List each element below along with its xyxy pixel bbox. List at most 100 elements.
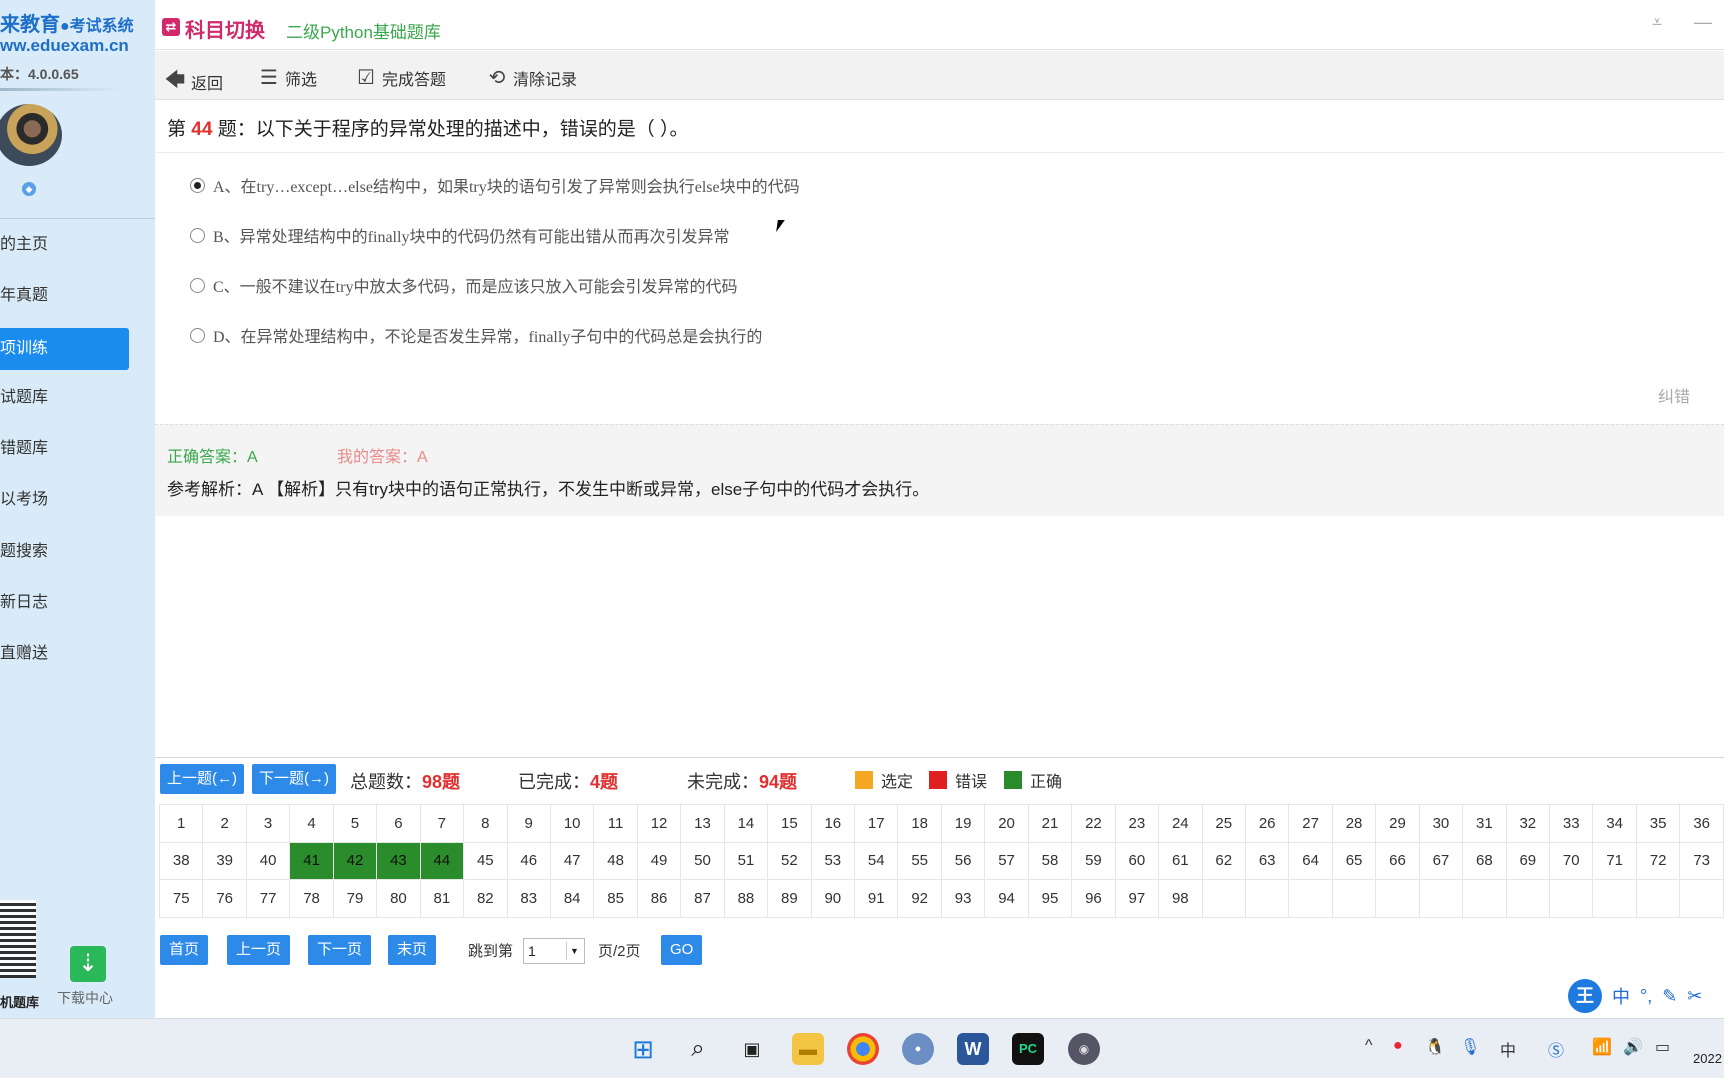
question-cell[interactable]: 51 [723,841,769,880]
record-icon[interactable]: ● [1393,1037,1403,1055]
question-cell[interactable]: 17 [853,804,899,843]
question-cell[interactable]: 40 [245,841,291,880]
sidebar-item-wrong-questions[interactable]: 错题库 [0,428,129,470]
question-cell[interactable]: 84 [549,879,595,918]
question-cell[interactable]: 39 [202,841,247,880]
question-cell[interactable]: 78 [289,879,334,918]
question-cell[interactable]: 8 [463,804,508,843]
question-cell[interactable]: 12 [636,804,682,843]
question-cell[interactable]: 16 [810,804,856,843]
question-cell[interactable]: 29 [1375,804,1420,843]
search-icon[interactable]: ⌕ [682,1033,714,1065]
question-cell[interactable]: 62 [1201,841,1246,880]
word-icon[interactable]: W [957,1033,989,1065]
question-cell[interactable]: 91 [853,879,899,918]
last-page-button[interactable]: 末页 [388,935,437,965]
question-cell[interactable]: 77 [245,879,291,918]
sidebar-item-search[interactable]: 题搜索 [0,531,129,573]
question-cell[interactable]: 49 [636,841,682,880]
question-cell[interactable]: 45 [463,841,508,880]
sidebar-item-home[interactable]: 的主页 [0,224,129,266]
question-cell[interactable]: 61 [1158,841,1203,880]
question-cell[interactable]: 93 [940,879,986,918]
download-icon[interactable]: ⇣ [70,946,106,982]
question-cell[interactable]: 14 [723,804,769,843]
question-cell[interactable]: 9 [506,804,551,843]
question-cell[interactable]: 33 [1548,804,1594,843]
question-cell[interactable]: 6 [376,804,421,843]
question-cell[interactable]: 4 [289,804,334,843]
go-button[interactable]: GO [661,935,703,965]
question-cell[interactable]: 32 [1505,804,1551,843]
option-d[interactable]: D、在异常处理结构中，不论是否发生异常，finally子句中的代码总是会执行的 [190,323,762,347]
radio-button[interactable] [190,227,205,243]
option-b[interactable]: B、异常处理结构中的finally块中的代码仍然有可能出错从而再次引发异常 [190,223,729,247]
option-a[interactable]: A、在try…except…else结构中，如果try块的语句引发了异常则会执行… [190,173,800,197]
question-cell[interactable]: 43 [376,841,421,880]
question-cell[interactable]: 26 [1244,804,1290,843]
question-cell[interactable]: 89 [767,879,812,918]
report-error-link[interactable]: 纠错 [1658,383,1690,407]
question-cell[interactable]: 52 [767,841,812,880]
question-cell[interactable]: 55 [897,841,942,880]
battery-icon[interactable]: ▭ [1655,1037,1670,1057]
question-cell[interactable]: 80 [376,879,421,918]
clear-records-button[interactable]: ⟲ 清除记录 [485,65,577,90]
question-cell[interactable]: 2 [202,804,247,843]
finish-button[interactable]: ☑ 完成答题 [354,65,446,90]
question-cell[interactable]: 58 [1027,841,1073,880]
prev-page-button[interactable]: 上一页 [227,935,291,965]
question-cell[interactable]: 36 [1679,804,1724,843]
radio-button[interactable] [190,327,205,343]
question-cell[interactable]: 86 [636,879,682,918]
question-cell[interactable]: 27 [1288,804,1333,843]
question-cell[interactable]: 67 [1418,841,1464,880]
question-cell[interactable]: 68 [1462,841,1507,880]
question-cell[interactable]: 23 [1114,804,1160,843]
chrome-icon[interactable] [847,1033,879,1065]
ime-logo-icon[interactable]: 王 [1568,979,1602,1013]
question-cell[interactable]: 85 [593,879,638,918]
question-cell[interactable]: 48 [593,841,638,880]
question-cell[interactable]: 59 [1071,841,1116,880]
question-cell[interactable]: 75 [158,879,204,918]
punctuation-icon[interactable]: °, [1640,986,1652,1007]
tray-overflow-icon[interactable]: ^ [1365,1037,1373,1055]
question-cell[interactable]: 47 [549,841,595,880]
sidebar-item-practice[interactable]: 项训练 [0,328,129,370]
question-cell[interactable]: 73 [1679,841,1724,880]
question-cell[interactable]: 79 [332,879,378,918]
question-cell[interactable]: 64 [1288,841,1333,880]
sidebar-item-question-bank[interactable]: 试题库 [0,377,129,419]
question-cell[interactable]: 94 [984,879,1029,918]
prev-question-button[interactable]: 上一题(←) [160,764,244,794]
radio-button[interactable] [190,177,205,193]
sidebar-item-gift[interactable]: 直赠送 [0,633,129,675]
question-cell[interactable]: 31 [1462,804,1507,843]
question-cell[interactable]: 81 [419,879,465,918]
question-cell[interactable]: 20 [984,804,1029,843]
question-cell[interactable]: 10 [549,804,595,843]
question-cell[interactable]: 25 [1201,804,1246,843]
question-cell[interactable]: 83 [506,879,551,918]
question-cell[interactable]: 71 [1592,841,1637,880]
download-center-label[interactable]: 下载中心 [57,988,113,1008]
question-cell[interactable]: 92 [897,879,942,918]
question-cell[interactable]: 65 [1331,841,1377,880]
question-cell[interactable]: 22 [1071,804,1116,843]
question-cell[interactable]: 35 [1635,804,1681,843]
first-page-button[interactable]: 首页 [160,935,209,965]
switch-subject-icon[interactable]: ⇄ [162,18,180,36]
question-cell[interactable]: 76 [202,879,247,918]
question-cell[interactable]: 90 [810,879,856,918]
tray-language[interactable]: 中 [1500,1037,1516,1061]
question-cell[interactable]: 46 [506,841,551,880]
ime-tray-icon[interactable]: Ⓢ [1548,1037,1564,1061]
sidebar-item-past-exams[interactable]: 年真题 [0,275,129,317]
question-cell[interactable]: 3 [245,804,291,843]
windows-start-icon[interactable]: ⊞ [627,1033,659,1065]
question-cell[interactable]: 56 [940,841,986,880]
question-cell[interactable]: 97 [1114,879,1160,918]
question-cell[interactable]: 69 [1505,841,1551,880]
page-select[interactable]: 1 ▼ [523,938,585,964]
